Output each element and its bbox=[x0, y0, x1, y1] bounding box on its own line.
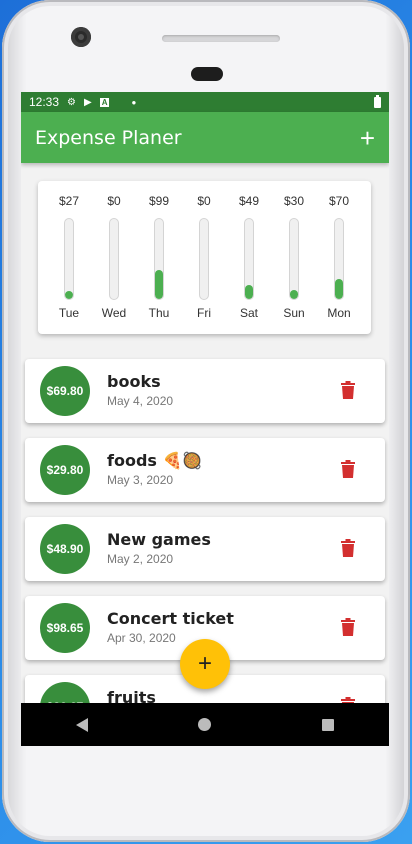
transaction-card[interactable]: $29.80 foods 🍕🥘 May 3, 2020 bbox=[25, 438, 385, 502]
transaction-date: Apr 30, 2020 bbox=[107, 631, 176, 645]
transaction-date: May 3, 2020 bbox=[107, 473, 174, 487]
bar-fill bbox=[290, 290, 298, 299]
recents-icon[interactable] bbox=[321, 718, 334, 731]
bar-amount-label: $0 bbox=[197, 194, 211, 208]
speaker-grille bbox=[162, 35, 280, 42]
bar-amount-label: $70 bbox=[328, 194, 350, 208]
camera-lens bbox=[71, 27, 91, 47]
bar-amount-label: $49 bbox=[238, 194, 260, 208]
amount-badge: $69.80 bbox=[40, 366, 90, 416]
bar-day-label: Tue bbox=[58, 306, 80, 320]
home-icon[interactable] bbox=[198, 718, 212, 731]
gear-icon: ⚙ bbox=[67, 96, 76, 108]
transaction-date: May 4, 2020 bbox=[107, 394, 174, 408]
transaction-card[interactable]: $69.80 books May 4, 2020 bbox=[25, 359, 385, 423]
add-fab-button[interactable]: + bbox=[180, 639, 230, 689]
bar-amount-label: $99 bbox=[148, 194, 170, 208]
weekly-chart: $27 Tue $0 Wed $99 Thu $0 Fri $49 Sat $30 Sun $70 Mon bbox=[38, 181, 371, 334]
bar-track bbox=[199, 218, 209, 300]
chart-bar-tue: $27 Tue bbox=[49, 193, 89, 323]
chart-bar-sun: $30 Sun bbox=[274, 193, 314, 323]
bar-fill bbox=[155, 270, 163, 299]
bar-amount-label: $27 bbox=[58, 194, 80, 208]
amount-badge: $48.90 bbox=[40, 524, 90, 574]
transaction-title: foods 🍕🥘 bbox=[107, 451, 203, 470]
app-title: Expense Planer bbox=[35, 126, 182, 149]
bar-track bbox=[334, 218, 344, 300]
bar-track bbox=[289, 218, 299, 300]
back-icon[interactable] bbox=[76, 717, 89, 732]
status-bar: 12:33 ⚙ ▶ A ● bbox=[21, 92, 389, 112]
transaction-card[interactable]: $48.90 New games May 2, 2020 bbox=[25, 517, 385, 581]
bar-day-label: Mon bbox=[327, 306, 351, 320]
transaction-title: New games bbox=[107, 530, 211, 549]
transaction-title: Concert ticket bbox=[107, 609, 234, 628]
bar-track bbox=[244, 218, 254, 300]
chart-bar-wed: $0 Wed bbox=[94, 193, 134, 323]
transaction-date: May 2, 2020 bbox=[107, 552, 174, 566]
bar-track bbox=[154, 218, 164, 300]
system-nav-bar bbox=[21, 703, 389, 746]
bar-fill bbox=[65, 291, 73, 299]
bar-day-label: Fri bbox=[197, 306, 211, 320]
screen: 12:33 ⚙ ▶ A ● Expense Planer + $27 Tue $0 W… bbox=[21, 92, 389, 746]
bar-track bbox=[64, 218, 74, 300]
play-icon: ▶ bbox=[84, 96, 92, 108]
battery-icon bbox=[374, 94, 381, 108]
a-icon: A bbox=[99, 97, 110, 107]
delete-icon[interactable] bbox=[341, 539, 355, 557]
transaction-title: books bbox=[107, 372, 161, 391]
bar-day-label: Sat bbox=[239, 306, 258, 320]
bar-day-label: Thu bbox=[148, 306, 170, 320]
app-bar: Expense Planer + bbox=[21, 112, 389, 163]
bar-fill bbox=[245, 284, 253, 299]
amount-badge: $29.80 bbox=[40, 445, 90, 495]
add-transaction-button[interactable]: + bbox=[360, 125, 375, 151]
proximity-sensor bbox=[191, 67, 223, 81]
bar-track bbox=[109, 218, 119, 300]
plus-icon: + bbox=[197, 650, 212, 677]
bar-fill bbox=[335, 278, 343, 299]
bar-day-label: Sun bbox=[283, 306, 305, 320]
chart-bar-sat: $49 Sat bbox=[229, 193, 269, 323]
bar-amount-label: $0 bbox=[107, 194, 121, 208]
delete-icon[interactable] bbox=[341, 381, 355, 399]
chart-bar-fri: $0 Fri bbox=[184, 193, 224, 323]
delete-icon[interactable] bbox=[341, 460, 355, 478]
delete-icon[interactable] bbox=[341, 618, 355, 636]
bar-day-label: Wed bbox=[101, 306, 127, 320]
status-time: 12:33 bbox=[29, 95, 60, 109]
chart-bar-thu: $99 Thu bbox=[139, 193, 179, 323]
chart-bar-mon: $70 Mon bbox=[319, 193, 359, 323]
amount-badge: $98.65 bbox=[40, 603, 90, 653]
bar-amount-label: $30 bbox=[283, 194, 305, 208]
dot-icon: ● bbox=[131, 97, 137, 107]
